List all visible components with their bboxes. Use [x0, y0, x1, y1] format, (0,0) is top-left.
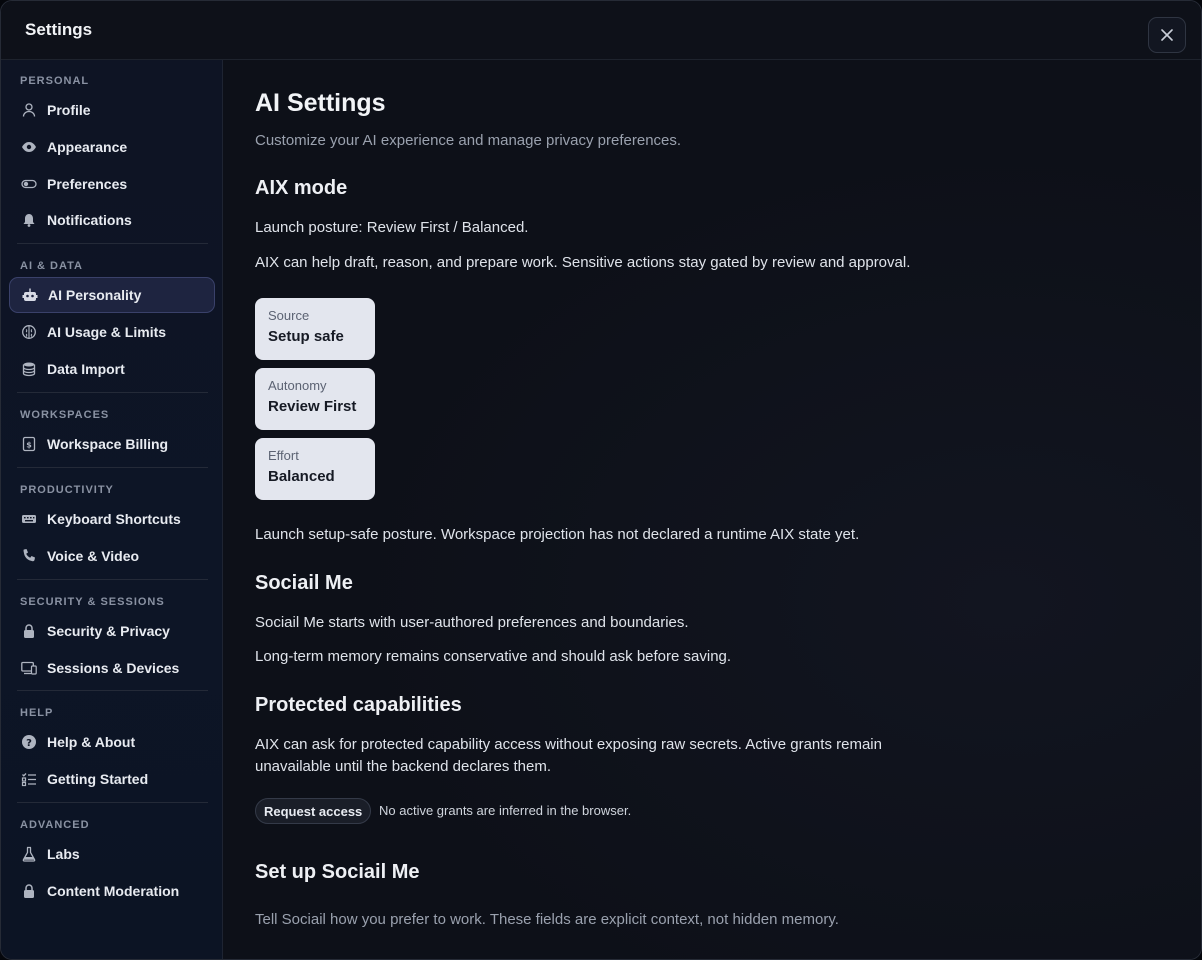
page-subtitle: Customize your AI experience and manage …: [255, 132, 682, 149]
sidebar-item-label: Getting Started: [47, 771, 149, 787]
section-label-personal: PERSONAL: [20, 75, 90, 87]
settings-header: Settings: [1, 1, 1201, 60]
card-value: Balanced: [268, 468, 335, 485]
sidebar-item-label: Labs: [47, 846, 80, 862]
lock-icon: [21, 883, 37, 899]
sidebar-item-voice-video[interactable]: Voice & Video: [9, 538, 215, 574]
aix-autonomy-card: Autonomy Review First: [255, 368, 375, 430]
sidebar-item-label: Appearance: [47, 139, 128, 155]
lock-icon: [21, 623, 37, 639]
sidebar-item-ai-usage[interactable]: AI Usage & Limits: [9, 314, 215, 350]
close-icon: [1161, 29, 1173, 41]
sidebar-item-preferences[interactable]: Preferences: [9, 166, 215, 202]
sidebar-item-labs[interactable]: Labs: [9, 836, 215, 872]
aix-source-card: Source Setup safe: [255, 298, 375, 360]
sidebar-item-sessions-devices[interactable]: Sessions & Devices: [9, 650, 215, 686]
settings-title: Settings: [25, 20, 93, 39]
sidebar-item-appearance[interactable]: Appearance: [9, 129, 215, 165]
aix-mode-heading: AIX mode: [255, 177, 348, 199]
sidebar-item-label: Profile: [47, 102, 91, 118]
sidebar-item-profile[interactable]: Profile: [9, 92, 215, 128]
sociail-me-line1: Sociail Me starts with user-authored pre…: [255, 614, 689, 631]
sidebar-item-content-moderation[interactable]: Content Moderation: [9, 873, 215, 909]
phone-icon: [21, 548, 37, 564]
sidebar-item-label: Notifications: [47, 212, 132, 228]
aix-note: Launch setup-safe posture. Workspace pro…: [255, 526, 860, 543]
sidebar-item-keyboard-shortcuts[interactable]: Keyboard Shortcuts: [9, 501, 215, 537]
sidebar-divider: [17, 392, 208, 393]
aix-description: AIX can help draft, reason, and prepare …: [255, 254, 911, 271]
setup-sociail-me-heading: Set up Sociail Me: [255, 861, 420, 883]
sidebar-item-help-about[interactable]: ? Help & About: [9, 724, 215, 760]
sidebar-divider: [17, 690, 208, 691]
devices-icon: [21, 660, 37, 676]
sidebar-divider: [17, 579, 208, 580]
sidebar-item-label: Sessions & Devices: [47, 660, 180, 676]
billing-icon: $: [21, 436, 37, 452]
sociail-me-heading: Sociail Me: [255, 572, 353, 594]
checklist-icon: [21, 771, 37, 787]
sidebar-divider: [17, 802, 208, 803]
sociail-me-line2: Long-term memory remains conservative an…: [255, 648, 732, 665]
sidebar-item-label: Help & About: [47, 734, 136, 750]
sidebar-item-getting-started[interactable]: Getting Started: [9, 761, 215, 797]
section-label-help: HELP: [20, 707, 54, 719]
section-label-ai-data: AI & DATA: [20, 260, 83, 272]
sidebar-item-data-import[interactable]: Data Import: [9, 351, 215, 387]
help-icon: ?: [21, 734, 37, 750]
user-icon: [21, 102, 37, 118]
card-value: Review First: [268, 398, 357, 415]
section-label-advanced: ADVANCED: [20, 819, 90, 831]
sidebar-item-notifications[interactable]: Notifications: [9, 202, 215, 238]
sidebar-divider: [17, 467, 208, 468]
eye-icon: [21, 139, 37, 155]
sidebar-item-workspace-billing[interactable]: $ Workspace Billing: [9, 426, 215, 462]
flask-icon: [21, 846, 37, 862]
setup-description: Tell Sociail how you prefer to work. The…: [255, 911, 839, 928]
main-content: AI Settings Customize your AI experience…: [223, 60, 1201, 959]
settings-window: Settings PERSONAL Profile Appearance Pre…: [0, 0, 1202, 960]
sidebar-item-label: Keyboard Shortcuts: [47, 511, 181, 527]
sidebar-item-label: Data Import: [47, 361, 125, 377]
grants-note: No active grants are inferred in the bro…: [379, 803, 632, 818]
section-label-productivity: PRODUCTIVITY: [20, 484, 114, 496]
request-access-button[interactable]: Request access: [255, 798, 372, 824]
sidebar-divider: [17, 243, 208, 244]
page-title: AI Settings: [255, 89, 386, 117]
sidebar-item-label: AI Personality: [48, 287, 142, 303]
sidebar-item-security-privacy[interactable]: Security & Privacy: [9, 613, 215, 649]
sidebar-item-label: Content Moderation: [47, 883, 180, 899]
database-icon: [21, 361, 37, 377]
card-value: Setup safe: [268, 328, 344, 345]
brain-icon: [21, 324, 37, 340]
card-label: Effort: [268, 448, 299, 463]
card-label: Source: [268, 308, 310, 323]
sidebar-item-label: Workspace Billing: [47, 436, 169, 452]
sidebar-item-ai-personality[interactable]: AI Personality: [9, 277, 215, 313]
svg-text:$: $: [26, 441, 32, 450]
sidebar-item-label: Security & Privacy: [47, 623, 170, 639]
toggle-icon: [21, 176, 37, 192]
close-button[interactable]: [1148, 17, 1186, 53]
aix-posture-text: Launch posture: Review First / Balanced.: [255, 219, 529, 236]
card-label: Autonomy: [268, 378, 327, 393]
sidebar-item-label: AI Usage & Limits: [47, 324, 167, 340]
section-label-security-sessions: SECURITY & SESSIONS: [20, 596, 165, 608]
settings-sidebar: PERSONAL Profile Appearance Preferences …: [1, 60, 223, 959]
sidebar-item-label: Voice & Video: [47, 548, 140, 564]
bell-icon: [21, 212, 37, 228]
sidebar-item-label: Preferences: [47, 176, 128, 192]
protected-capabilities-description: AIX can ask for protected capability acc…: [255, 736, 882, 775]
section-label-workspaces: WORKSPACES: [20, 409, 110, 421]
svg-text:?: ?: [26, 738, 32, 749]
aix-effort-card: Effort Balanced: [255, 438, 375, 500]
keyboard-icon: [21, 511, 37, 527]
protected-capabilities-heading: Protected capabilities: [255, 694, 462, 716]
robot-icon: [22, 287, 38, 303]
